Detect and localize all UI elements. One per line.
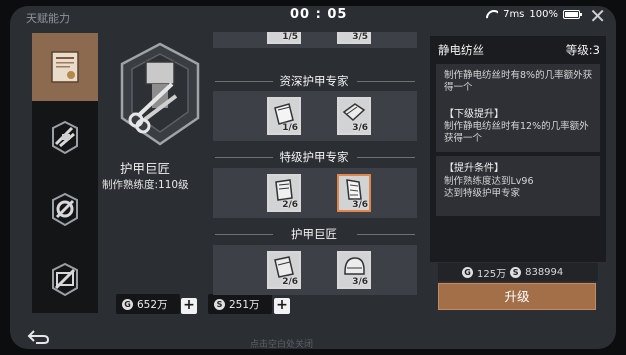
silver-coin-icon: S: [510, 266, 522, 278]
sidebar-item-gear-craft[interactable]: [32, 175, 98, 243]
talent-detail-panel: 静电纺丝 等级:3 制作静电纺丝时有8%的几率额外获得一个 【下级提升】 制作静…: [430, 36, 606, 262]
close-icon[interactable]: ✕: [589, 6, 606, 28]
cost-gold: 125万: [477, 268, 507, 280]
condition-line: 达到特级护甲专家: [444, 188, 521, 199]
sidebar-item-weapon-craft[interactable]: [32, 103, 98, 171]
talent-card[interactable]: 3/6: [337, 251, 371, 289]
talent-card[interactable]: 3/5: [337, 32, 371, 44]
current-effect-text: 制作静电纺丝时有8%的几率额外获得一个: [444, 70, 593, 93]
proficiency-level: 制作熟练度:110级: [102, 179, 189, 191]
talent-name: 静电纺丝: [438, 43, 484, 57]
talent-card[interactable]: 2/6: [267, 251, 301, 289]
upgrade-cost: G 125万 S 838994: [438, 263, 598, 281]
add-gold-button[interactable]: +: [181, 298, 197, 314]
upgrade-condition-box: 【提升条件】 制作熟练度达到Lv96 达到特级护甲专家: [436, 156, 600, 216]
tier-slot: [213, 168, 417, 218]
condition-line: 制作熟练度达到Lv96: [444, 176, 534, 187]
certificate-icon: [51, 51, 79, 83]
back-icon[interactable]: [26, 328, 52, 346]
next-level-heading: 【下级提升】: [444, 109, 504, 120]
talent-tree: 1/5 3/5 资深护甲专家 1/6 3/6 特级护甲专家 2/6 3/6 护甲…: [205, 32, 423, 314]
upgrade-button[interactable]: 升级: [438, 283, 596, 310]
session-timer: 00 : 05: [290, 7, 348, 22]
top-bar: 天赋能力 00 : 05 7ms 100% ✕: [10, 6, 616, 30]
talent-card[interactable]: 3/6: [337, 97, 371, 135]
profession-title: 护甲巨匠: [120, 161, 171, 176]
weapon-craft-icon: [52, 120, 78, 155]
cost-silver: 838994: [525, 266, 564, 278]
status-bar: 7ms 100%: [486, 9, 582, 20]
gold-coin-icon: G: [122, 298, 133, 310]
armor-master-emblem-icon: [120, 42, 200, 146]
talent-card[interactable]: 1/5: [267, 32, 301, 44]
talent-window: 天赋能力 00 : 05 7ms 100% ✕ 护甲巨匠 制作熟练度:110级 …: [10, 6, 616, 349]
next-level-box: 【下级提升】 制作静电纺丝时有12%的几率额外获得一个: [436, 102, 600, 152]
tier-slot: [213, 245, 417, 295]
tier-slot: [213, 32, 417, 48]
battery-text: 100%: [529, 9, 558, 20]
wifi-icon: [486, 10, 498, 19]
close-hint: 点击空白处关闭: [250, 340, 314, 350]
talent-card-selected[interactable]: 3/6: [337, 174, 371, 212]
category-sidebar: [32, 33, 98, 313]
gold-coin-icon: G: [462, 266, 473, 278]
window-title: 天赋能力: [26, 12, 70, 25]
profession-panel: 护甲巨匠 制作熟练度:110级: [102, 36, 220, 306]
tier-slot: [213, 91, 417, 141]
talent-card[interactable]: 2/6: [267, 174, 301, 212]
battery-icon: [563, 10, 582, 19]
current-effect-box: 制作静电纺丝时有8%的几率额外获得一个: [436, 64, 600, 104]
ping-text: 7ms: [503, 9, 525, 20]
gold-value: 652万: [137, 298, 168, 311]
blueprint-craft-icon: [52, 262, 78, 297]
sidebar-item-certificate[interactable]: [32, 33, 98, 101]
gold-balance: G 652万: [116, 294, 180, 314]
condition-heading: 【提升条件】: [444, 163, 504, 174]
talent-level: 等级:3: [565, 43, 600, 57]
talent-card[interactable]: 1/6: [267, 97, 301, 135]
sidebar-item-blueprint-craft[interactable]: [32, 245, 98, 313]
next-level-text: 制作静电纺丝时有12%的几率额外获得一个: [444, 121, 589, 144]
gear-craft-icon: [52, 192, 78, 227]
